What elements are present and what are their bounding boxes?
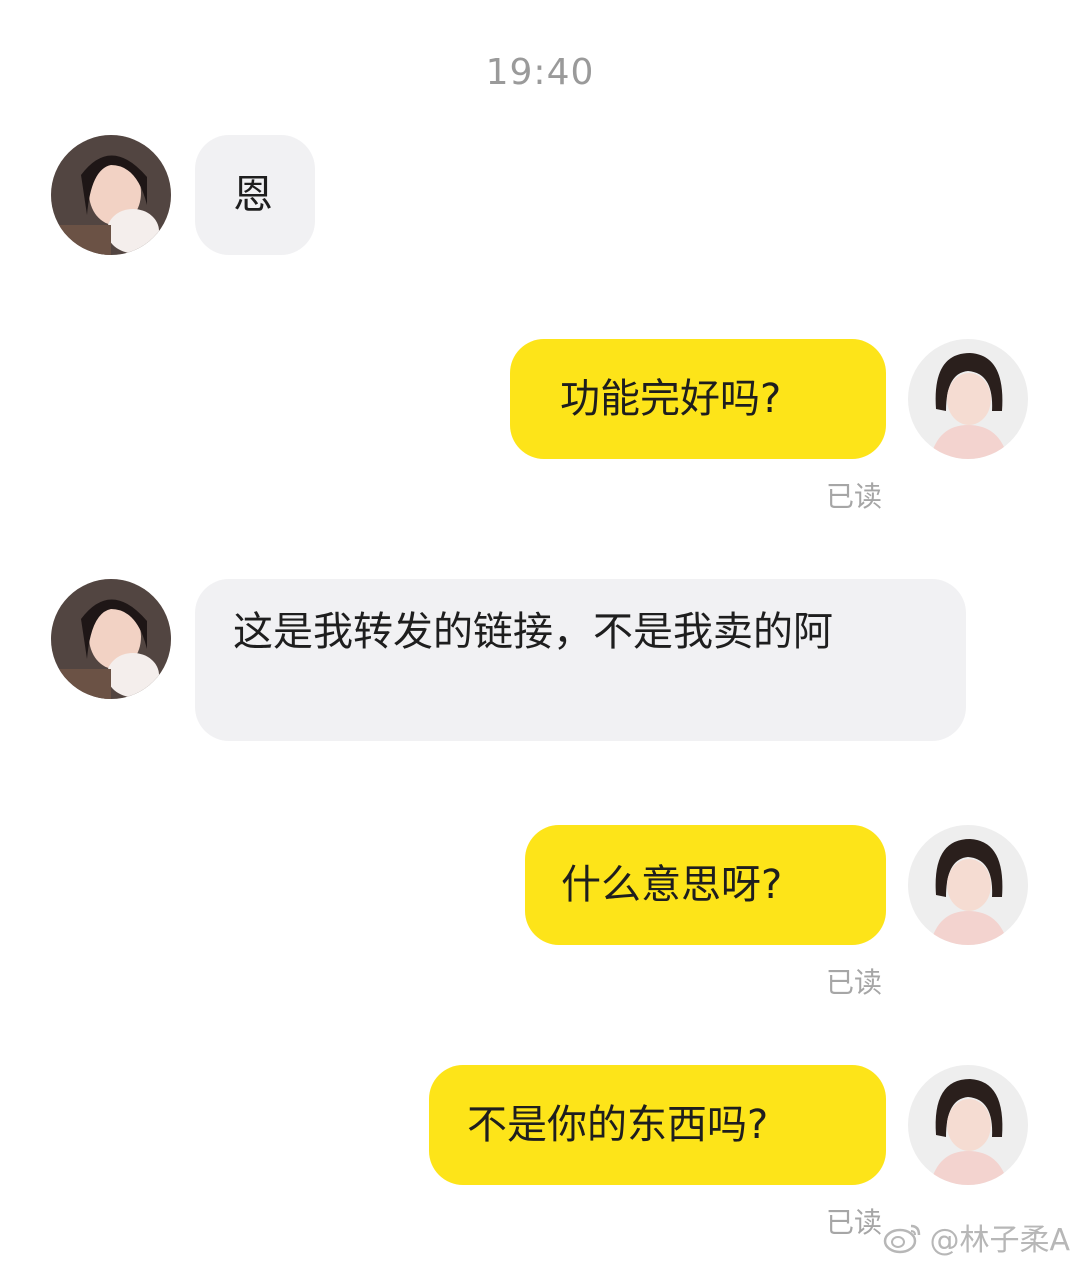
message-text: 不是你的东西吗? xyxy=(467,1102,769,1148)
message-bubble-sent[interactable]: 不是你的东西吗? xyxy=(429,1065,886,1185)
contact-avatar[interactable] xyxy=(51,579,171,699)
weibo-icon xyxy=(883,1220,923,1254)
message-bubble-received[interactable]: 恩 xyxy=(195,135,315,255)
message-text: 什么意思呀? xyxy=(561,862,783,908)
read-status: 已读 xyxy=(826,966,883,999)
message-bubble-sent[interactable]: 功能完好吗? xyxy=(510,339,886,459)
watermark-text: @林子柔A xyxy=(929,1223,1070,1258)
message-bubble-sent[interactable]: 什么意思呀? xyxy=(525,825,886,945)
message-text: 功能完好吗? xyxy=(560,376,782,422)
read-status: 已读 xyxy=(826,480,883,513)
chat-timestamp: 19:40 xyxy=(485,52,595,93)
watermark: @林子柔A xyxy=(883,1215,1070,1259)
self-avatar[interactable] xyxy=(908,339,1028,459)
read-status: 已读 xyxy=(826,1206,883,1239)
contact-avatar[interactable] xyxy=(51,135,171,255)
self-avatar[interactable] xyxy=(908,1065,1028,1185)
message-bubble-received[interactable]: 这是我转发的链接，不是我卖的阿 xyxy=(195,579,966,741)
self-avatar[interactable] xyxy=(908,825,1028,945)
message-text: 这是我转发的链接，不是我卖的阿 xyxy=(233,609,833,655)
message-text: 恩 xyxy=(233,172,273,218)
